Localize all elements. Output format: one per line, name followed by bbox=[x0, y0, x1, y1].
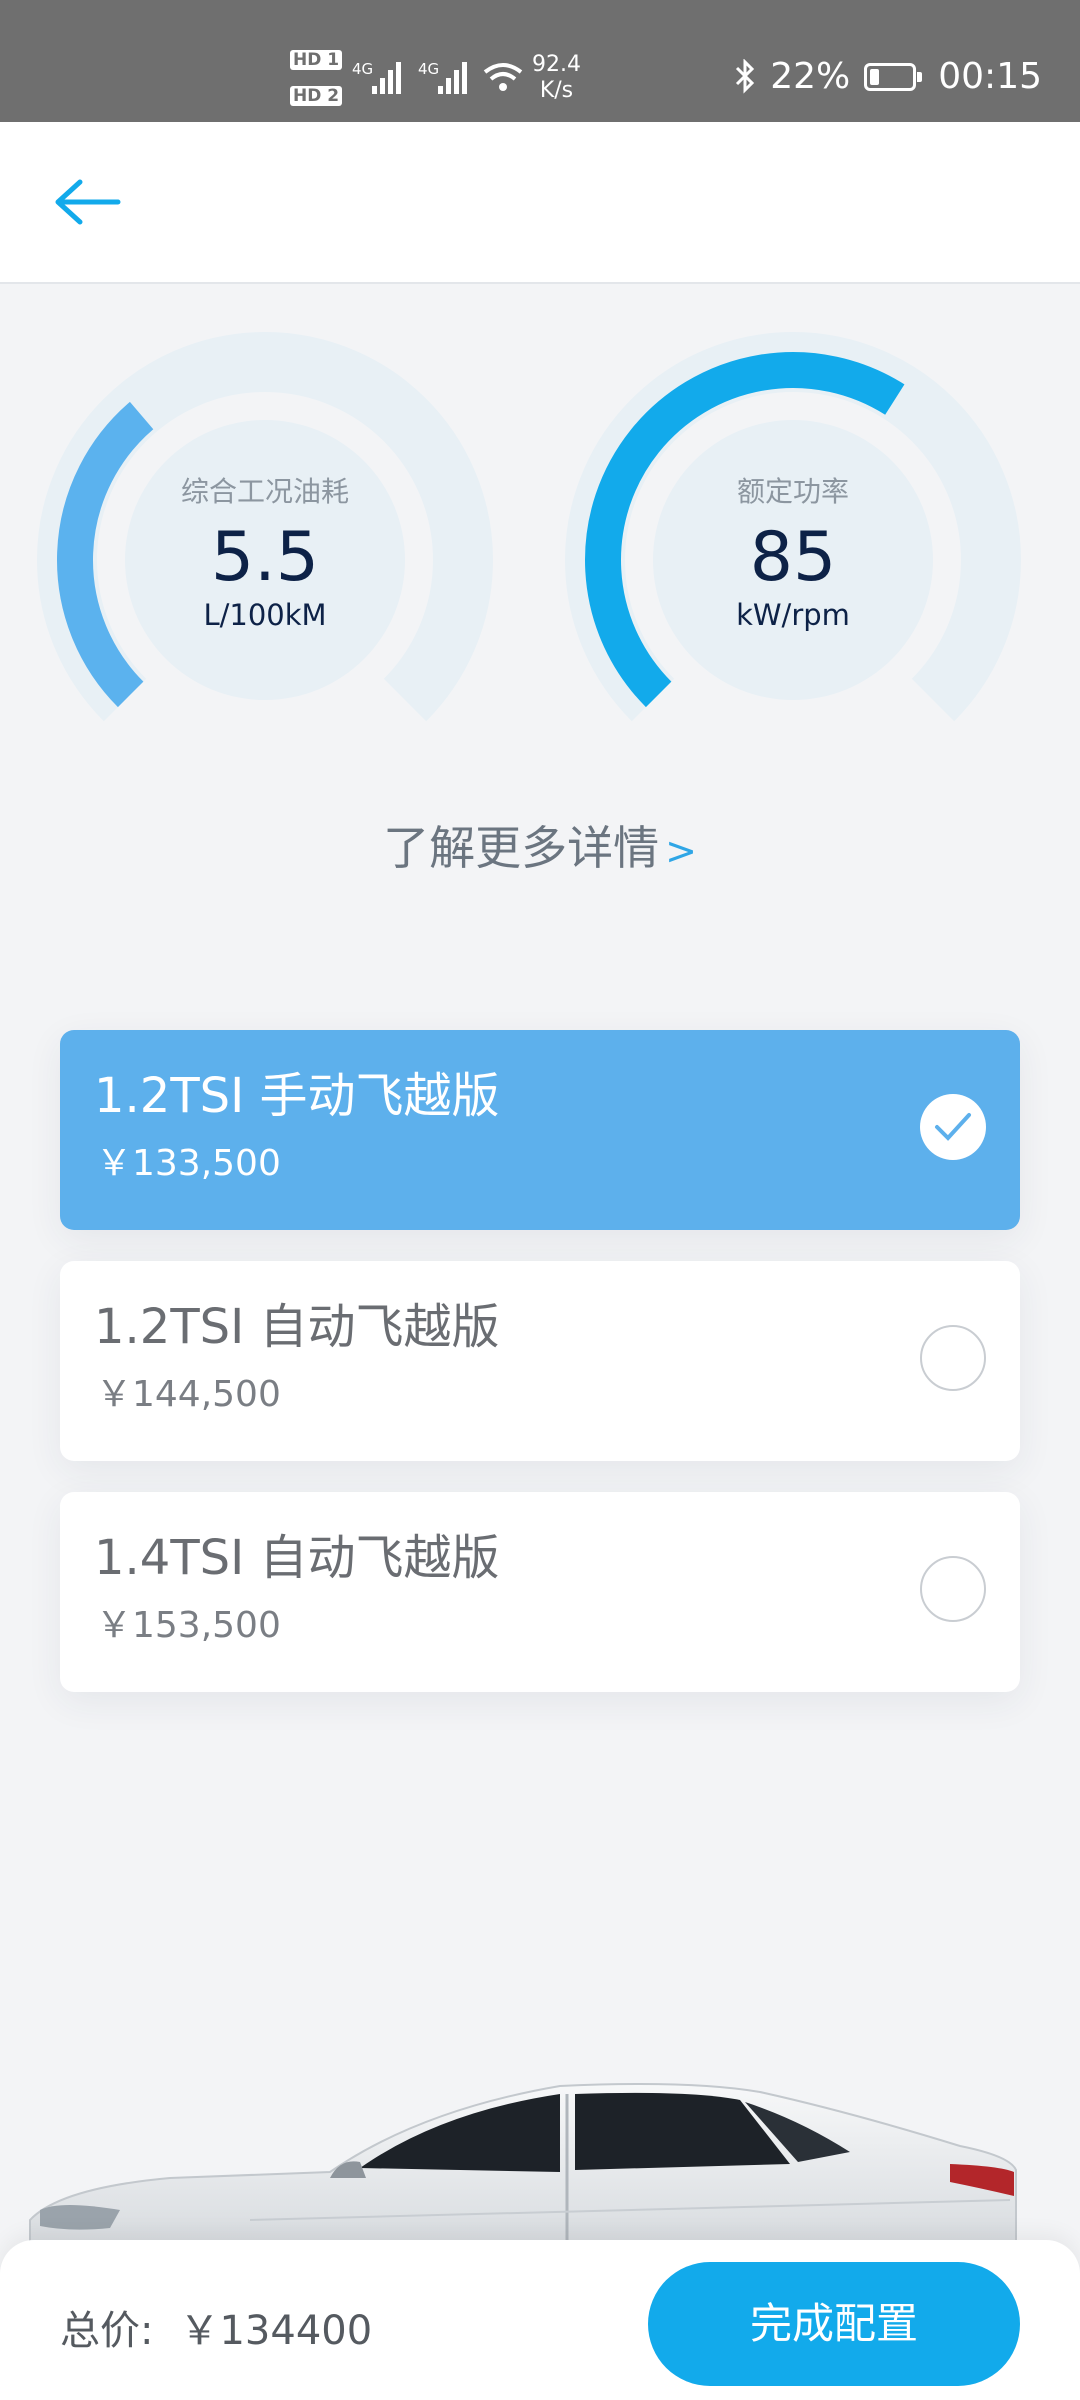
gauge-label: 综合工况油耗 bbox=[180, 475, 349, 508]
finish-config-button[interactable]: 完成配置 bbox=[648, 2262, 1020, 2386]
bottom-bar: 总价: ￥134400 完成配置 bbox=[0, 2240, 1080, 2400]
radio-button[interactable] bbox=[920, 1325, 986, 1391]
gauge-value: 85 bbox=[749, 518, 837, 597]
chevron-right-icon: > bbox=[665, 829, 697, 873]
gauge-unit: L/100kM bbox=[203, 598, 327, 632]
radio-button[interactable] bbox=[920, 1556, 986, 1622]
bluetooth-icon bbox=[736, 58, 755, 94]
total-price: 总价: ￥134400 bbox=[60, 2298, 372, 2356]
rated-power-gauge: 额定功率 85 kW/rpm bbox=[558, 330, 1028, 730]
trim-option-3[interactable]: 1.4TSI 自动飞越版 ￥153,500 bbox=[60, 1492, 1020, 1692]
network-type-1: 4G bbox=[352, 60, 374, 78]
back-button[interactable] bbox=[50, 172, 130, 232]
total-label: 总价: bbox=[60, 2308, 154, 2354]
trim-price: ￥144,500 bbox=[96, 1374, 281, 1415]
sim1-indicator: HD 1 bbox=[290, 50, 343, 70]
fuel-consumption-gauge: 综合工况油耗 5.5 L/100kM bbox=[30, 330, 500, 730]
back-arrow-icon bbox=[55, 179, 121, 225]
signal-icon-2 bbox=[438, 62, 467, 94]
sim2-indicator: HD 2 bbox=[290, 86, 343, 106]
trim-option-1[interactable]: 1.2TSI 手动飞越版 ￥133,500 bbox=[60, 1030, 1020, 1230]
more-details-text: 了解更多详情 bbox=[383, 821, 660, 875]
battery-percent: 22% bbox=[770, 56, 851, 97]
trim-price: ￥133,500 bbox=[96, 1143, 281, 1184]
trim-price: ￥153,500 bbox=[96, 1605, 281, 1646]
wifi-icon bbox=[483, 63, 523, 91]
car-image bbox=[29, 2083, 1017, 2260]
trim-option-2[interactable]: 1.2TSI 自动飞越版 ￥144,500 bbox=[60, 1261, 1020, 1461]
check-icon bbox=[935, 1113, 971, 1141]
trim-name: 1.4TSI 自动飞越版 bbox=[94, 1530, 500, 1586]
more-details-link[interactable]: 了解更多详情 > bbox=[0, 812, 1080, 878]
gauge-label: 额定功率 bbox=[736, 475, 849, 508]
total-value: ￥134400 bbox=[179, 2308, 373, 2354]
battery-icon bbox=[864, 62, 923, 91]
status-right: 22% 00:15 bbox=[734, 56, 1042, 97]
clock: 00:15 bbox=[938, 56, 1042, 97]
gauge-unit: kW/rpm bbox=[736, 598, 850, 632]
status-bar: HD 1 HD 2 4G 4G 92.4 K/s 22% 00:15 bbox=[0, 0, 1080, 122]
network-speed: 92.4 K/s bbox=[532, 52, 581, 103]
signal-icon bbox=[372, 62, 401, 94]
trim-name: 1.2TSI 手动飞越版 bbox=[94, 1068, 500, 1124]
gauge-value: 5.5 bbox=[210, 518, 320, 597]
trim-name: 1.2TSI 自动飞越版 bbox=[94, 1299, 500, 1355]
app-header bbox=[0, 122, 1080, 284]
selected-radio[interactable] bbox=[920, 1094, 986, 1160]
network-type-2: 4G bbox=[418, 60, 440, 78]
